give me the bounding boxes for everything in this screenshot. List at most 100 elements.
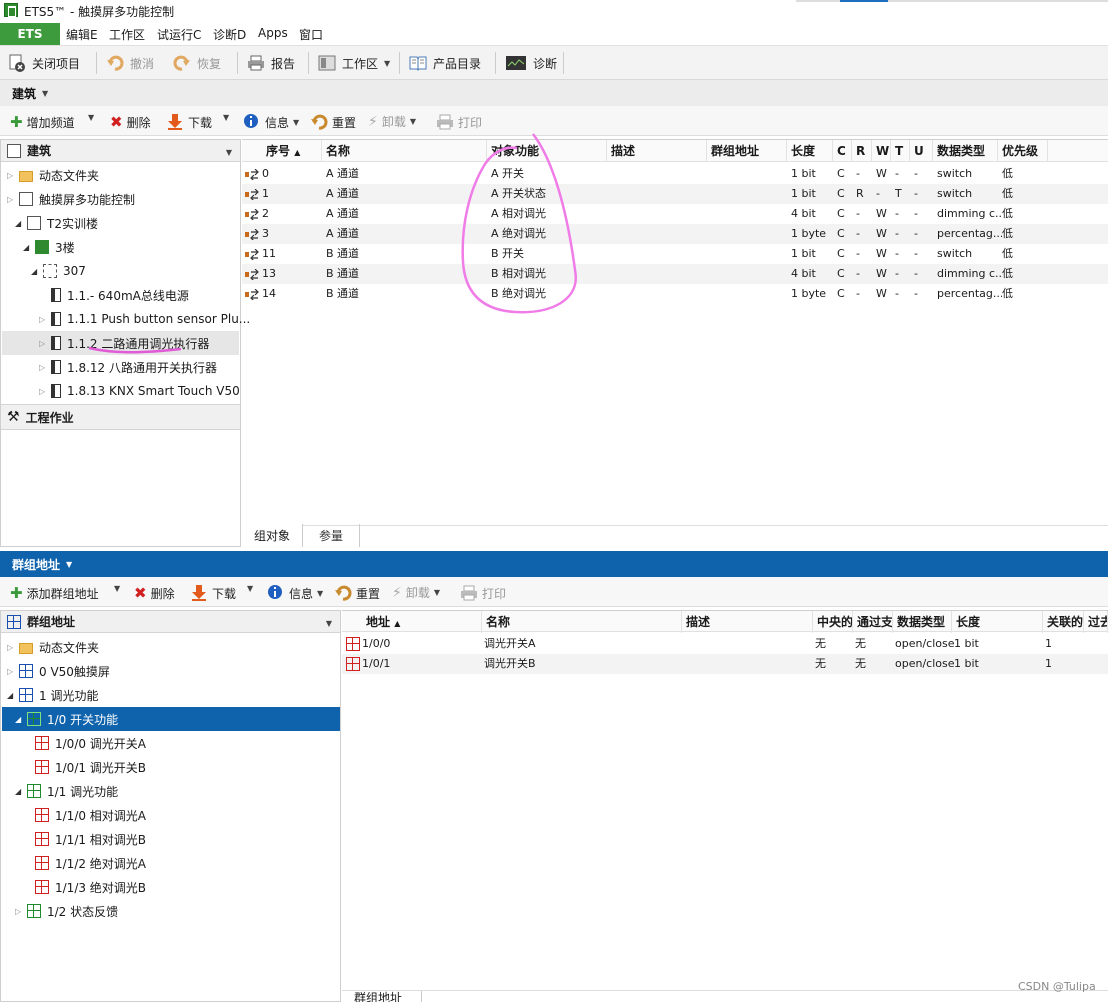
- group-download-dropdown[interactable]: ▼: [247, 584, 253, 593]
- group-tree-middle-1-1[interactable]: ◢ 1/1 调光功能: [15, 779, 118, 803]
- table-row[interactable]: 13 B 通道 B 相对调光 4 bit C - W - - dimming c... 低: [242, 264, 1108, 284]
- tree-node-device-switch[interactable]: ▷ 1.8.12 八路通用开关执行器: [39, 355, 217, 379]
- col-header-u[interactable]: U: [910, 140, 933, 162]
- col-header-priority[interactable]: 优先级: [998, 140, 1048, 162]
- ets-menu-button[interactable]: ETS: [0, 23, 60, 45]
- menu-edit[interactable]: 编辑E: [66, 26, 98, 43]
- ga-col-length[interactable]: 长度: [952, 611, 1043, 633]
- ga-col-filter[interactable]: 过去: [1084, 611, 1108, 633]
- undo-button[interactable]: 撤消: [106, 53, 154, 73]
- group-tree-main-1[interactable]: ◢ 1 调光功能: [7, 683, 98, 707]
- table-cell: [711, 224, 791, 244]
- col-header-w[interactable]: W: [872, 140, 891, 162]
- ga-col-description[interactable]: 描述: [682, 611, 813, 633]
- col-header-datatype[interactable]: 数据类型: [933, 140, 998, 162]
- tree-node-project[interactable]: ▷ 触摸屏多功能控制: [7, 187, 135, 211]
- download-dropdown[interactable]: ▼: [223, 113, 229, 122]
- close-project-button[interactable]: 关闭项目: [8, 53, 80, 73]
- col-header-group-address[interactable]: 群组地址: [707, 140, 787, 162]
- group-delete-button[interactable]: ✖ 删除: [134, 584, 175, 602]
- main-toolbar: 关闭项目 撤消 恢复 报告 工作区 ▼ 产品目录 诊断: [0, 46, 1108, 80]
- group-tree-main-0[interactable]: ▷ 0 V50触摸屏: [7, 659, 110, 683]
- reset-icon: [310, 113, 328, 131]
- group-tree-address-1-0-0[interactable]: 1/0/0 调光开关A: [23, 731, 146, 755]
- group-tree-address-1-1-0[interactable]: 1/1/0 相对调光A: [23, 803, 146, 827]
- print-button[interactable]: 打印: [436, 113, 482, 131]
- menu-apps[interactable]: Apps: [258, 26, 288, 40]
- group-print-button[interactable]: 打印: [460, 584, 506, 602]
- unload-button[interactable]: ⚡ 卸载 ▼: [368, 113, 416, 130]
- group-tree-header[interactable]: 群组地址 ▼: [1, 611, 340, 633]
- info-button[interactable]: 信息 ▼: [243, 113, 299, 131]
- table-row[interactable]: 1A 通道 A 开关状态 1 bit C R - T - switch 低: [242, 184, 1108, 204]
- table-row[interactable]: 14 B 通道 B 绝对调光 1 byte C - W - - percentag... 低: [242, 284, 1108, 304]
- tree-node-device-power[interactable]: 1.1.- 640mA总线电源: [39, 283, 189, 307]
- table-row[interactable]: 0A 通道 A 开关 1 bit C - W - - switch 低: [242, 164, 1108, 184]
- col-header-c[interactable]: C: [833, 140, 852, 162]
- col-header-length[interactable]: 长度: [787, 140, 833, 162]
- building-panel-header[interactable]: 建筑 ▼: [0, 80, 1108, 106]
- add-channel-dropdown[interactable]: ▼: [88, 113, 94, 122]
- device-icon: [51, 312, 61, 326]
- table-row[interactable]: 3A 通道 A 绝对调光 1 byte C - W - - percentag... 低: [242, 224, 1108, 244]
- tab-group-address[interactable]: 群组地址: [342, 991, 422, 1002]
- table-row[interactable]: 2A 通道 A 相对调光 4 bit C - W - - dimming c... 低: [242, 204, 1108, 224]
- menu-commissioning[interactable]: 试运行C: [157, 26, 201, 43]
- chevron-down-icon: ▼: [247, 584, 254, 593]
- table-row[interactable]: 11 B 通道 B 开关 1 bit C - W - - switch 低: [242, 244, 1108, 264]
- reset-button[interactable]: 重置: [310, 113, 356, 131]
- redo-button[interactable]: 恢复: [173, 53, 221, 73]
- catalog-button[interactable]: 产品目录: [409, 53, 481, 73]
- group-download-button[interactable]: 下载: [190, 584, 236, 602]
- group-tree-address-1-1-1[interactable]: 1/1/1 相对调光B: [23, 827, 146, 851]
- tree-node-t2-building[interactable]: ◢ T2实训楼: [15, 211, 98, 235]
- tree-node-dynamic-folder[interactable]: ▷ 动态文件夹: [7, 163, 99, 187]
- group-address-panel-header[interactable]: 群组地址 ▼: [0, 551, 1108, 577]
- group-tree-address-1-1-3[interactable]: 1/1/3 绝对调光B: [23, 875, 146, 899]
- tab-group-objects[interactable]: 组对象: [242, 524, 304, 547]
- menu-window[interactable]: 窗口: [299, 26, 323, 43]
- col-header-t[interactable]: T: [891, 140, 910, 162]
- add-channel-button[interactable]: ✚ 增加频道: [10, 113, 75, 131]
- group-tree-middle-1-0[interactable]: ◢ 1/0 开关功能: [15, 707, 118, 731]
- group-tree-address-1-0-1[interactable]: 1/0/1 调光开关B: [23, 755, 146, 779]
- ga-col-passthrough[interactable]: 通过支: [853, 611, 893, 633]
- table-cell: W: [876, 227, 887, 240]
- group-reset-button[interactable]: 重置: [334, 584, 380, 602]
- group-tree-middle-1-2[interactable]: ▷ 1/2 状态反馈: [15, 899, 118, 923]
- col-header-description[interactable]: 描述: [607, 140, 707, 162]
- table-row[interactable]: 1/0/0 调光开关A 无 无 open/close 1 bit 1: [342, 634, 1108, 654]
- ga-col-address[interactable]: 地址 ▲: [362, 611, 482, 633]
- group-tree-dynamic-folder[interactable]: ▷ 动态文件夹: [7, 635, 99, 659]
- workspace-button[interactable]: 工作区 ▼: [318, 53, 390, 73]
- group-unload-button[interactable]: ⚡ 卸载 ▼: [392, 584, 440, 601]
- group-tree-address-1-1-2[interactable]: 1/1/2 绝对调光A: [23, 851, 146, 875]
- ga-col-datatype[interactable]: 数据类型: [893, 611, 952, 633]
- building-tree-header[interactable]: 建筑 ▼: [1, 140, 240, 162]
- project-work-header[interactable]: ⚒ 工程作业: [1, 404, 240, 430]
- col-header-r[interactable]: R: [852, 140, 872, 162]
- ga-col-central[interactable]: 中央的: [813, 611, 853, 633]
- diagnostics-button[interactable]: 诊断: [505, 53, 557, 73]
- col-header-number[interactable]: 序号 ▲: [262, 140, 322, 162]
- table-cell: -: [895, 207, 899, 220]
- delete-button[interactable]: ✖ 删除: [110, 113, 151, 131]
- add-group-address-button[interactable]: ✚ 添加群组地址: [10, 584, 99, 602]
- add-group-dropdown[interactable]: ▼: [114, 584, 120, 593]
- tree-node-room-307[interactable]: ◢ 307: [31, 259, 86, 283]
- tree-node-device-pushbutton[interactable]: ▷ 1.1.1 Push button sensor Plu...: [39, 307, 250, 331]
- tree-node-device-touch[interactable]: ▷ 1.8.13 KNX Smart Touch V50: [39, 379, 240, 403]
- menu-diagnostics[interactable]: 诊断D: [213, 26, 246, 43]
- tree-node-floor-3[interactable]: ◢ 3楼: [23, 235, 75, 259]
- ga-col-name[interactable]: 名称: [482, 611, 682, 633]
- group-info-button[interactable]: 信息 ▼: [267, 584, 323, 602]
- download-button[interactable]: 下载: [166, 113, 212, 131]
- chevron-down-icon: ▼: [88, 113, 95, 122]
- tab-parameters[interactable]: 参量: [303, 524, 361, 547]
- ga-col-associations[interactable]: 关联的: [1043, 611, 1084, 633]
- table-cell: C: [837, 187, 845, 200]
- menu-workspace[interactable]: 工作区: [109, 26, 145, 43]
- table-cell: -: [895, 267, 899, 280]
- report-button[interactable]: 报告: [247, 53, 295, 73]
- table-row[interactable]: 1/0/1 调光开关B 无 无 open/close 1 bit 1: [342, 654, 1108, 674]
